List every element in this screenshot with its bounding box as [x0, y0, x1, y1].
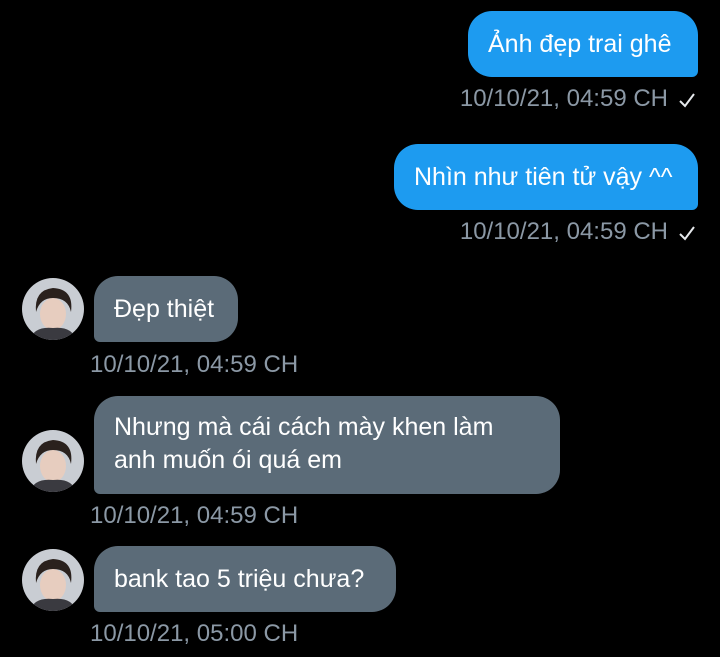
message-timestamp: 10/10/21, 04:59 CH	[460, 85, 696, 113]
message-bubble-outgoing[interactable]: Ảnh đẹp trai ghê	[468, 11, 698, 77]
avatar-image	[22, 430, 84, 492]
avatar-image	[22, 549, 84, 611]
message-timestamp: 10/10/21, 04:59 CH	[460, 218, 696, 246]
avatar-image	[22, 278, 84, 340]
message-timestamp: 10/10/21, 05:00 CH	[90, 620, 299, 647]
conversation: Ảnh đẹp trai ghê 10/10/21, 04:59 CH Nhìn…	[0, 0, 720, 657]
message-text: bank tao 5 triệu chưa?	[114, 564, 365, 593]
message-bubble-incoming[interactable]: Đẹp thiệt	[94, 276, 238, 342]
avatar[interactable]	[22, 278, 84, 340]
message-bubble-incoming[interactable]: bank tao 5 triệu chưa?	[94, 546, 396, 612]
message-text: Ảnh đẹp trai ghê	[488, 29, 672, 58]
avatar[interactable]	[22, 430, 84, 492]
message-text-line: Nhưng mà cái cách mày khen làm	[114, 413, 494, 441]
check-icon	[679, 226, 695, 241]
check-icon	[679, 93, 695, 108]
message-timestamp: 10/10/21, 04:59 CH	[90, 351, 299, 378]
avatar[interactable]	[22, 549, 84, 611]
message-text: Đẹp thiệt	[114, 294, 215, 323]
message-bubble-outgoing[interactable]: Nhìn như tiên tử vậy ^^	[394, 144, 698, 210]
message-bubble-incoming[interactable]: Nhưng mà cái cách mày khen làm anh muốn …	[94, 396, 560, 494]
message-text-line: anh muốn ói quá em	[114, 446, 342, 474]
message-timestamp: 10/10/21, 04:59 CH	[90, 502, 299, 529]
message-text: Nhìn như tiên tử vậy ^^	[414, 162, 673, 191]
